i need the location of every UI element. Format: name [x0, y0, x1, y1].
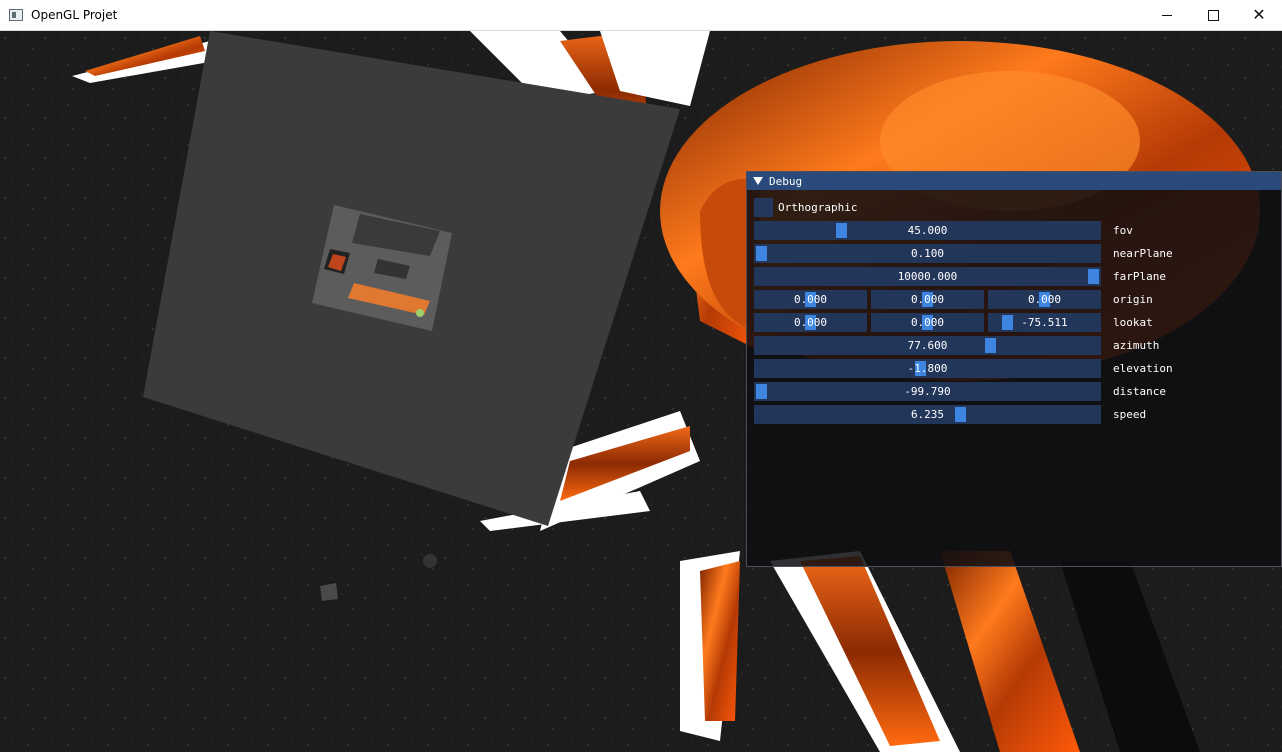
speed-value: 6.235: [910, 408, 945, 421]
origin-y-slider[interactable]: 0.000: [871, 290, 984, 309]
origin-z-slider[interactable]: 0.000: [988, 290, 1101, 309]
debug-panel[interactable]: Debug Orthographic 45.000 fov 0.100 near…: [746, 171, 1282, 567]
debug-panel-header[interactable]: Debug: [747, 172, 1281, 190]
elevation-label: elevation: [1113, 362, 1173, 375]
orthographic-checkbox[interactable]: [754, 198, 773, 217]
orthographic-label: Orthographic: [778, 201, 858, 214]
nearplane-value: 0.100: [910, 247, 945, 260]
nearplane-row: 0.100 nearPlane: [754, 244, 1173, 263]
lookat-z-slider[interactable]: -75.511: [988, 313, 1101, 332]
elevation-row: -1.800 elevation: [754, 359, 1173, 378]
origin-x-value: 0.000: [793, 293, 828, 306]
close-icon: ✕: [1252, 5, 1266, 24]
lookat-y-slider[interactable]: 0.000: [871, 313, 984, 332]
window-title: OpenGL Projet: [31, 8, 118, 22]
speed-slider[interactable]: 6.235: [754, 405, 1101, 424]
lookat-row: 0.000 0.000 -75.511 lookat: [754, 313, 1153, 332]
farplane-label: farPlane: [1113, 270, 1166, 283]
lookat-z-grab[interactable]: [1001, 315, 1013, 330]
speed-row: 6.235 speed: [754, 405, 1146, 424]
azimuth-value: 77.600: [907, 339, 948, 352]
app-icon: [9, 9, 23, 21]
origin-label: origin: [1113, 293, 1153, 306]
fov-slider-grab[interactable]: [835, 223, 847, 238]
nearplane-slider-grab[interactable]: [756, 246, 767, 261]
maximize-icon: [1207, 9, 1219, 21]
farplane-slider[interactable]: 10000.000: [754, 267, 1101, 286]
distance-slider-grab[interactable]: [756, 384, 767, 399]
lookat-x-value: 0.000: [793, 316, 828, 329]
distance-row: -99.790 distance: [754, 382, 1166, 401]
distance-label: distance: [1113, 385, 1166, 398]
elevation-value: -1.800: [907, 362, 948, 375]
origin-row: 0.000 0.000 0.000 origin: [754, 290, 1153, 309]
speed-slider-grab[interactable]: [955, 407, 967, 422]
collapse-arrow-icon[interactable]: [753, 177, 763, 185]
close-button[interactable]: ✕: [1236, 0, 1282, 30]
lookat-z-value: -75.511: [1021, 316, 1068, 329]
maximize-button[interactable]: [1190, 0, 1236, 30]
lookat-x-slider[interactable]: 0.000: [754, 313, 867, 332]
azimuth-row: 77.600 azimuth: [754, 336, 1159, 355]
speed-label: speed: [1113, 408, 1147, 421]
orthographic-row: Orthographic: [754, 198, 857, 217]
azimuth-label: azimuth: [1113, 339, 1160, 352]
lookat-y-value: 0.000: [910, 316, 945, 329]
minimize-icon: [1162, 14, 1172, 16]
origin-x-slider[interactable]: 0.000: [754, 290, 867, 309]
farplane-row: 10000.000 farPlane: [754, 267, 1166, 286]
minimize-button[interactable]: [1144, 0, 1190, 30]
distance-slider[interactable]: -99.790: [754, 382, 1101, 401]
fov-value: 45.000: [907, 224, 948, 237]
elevation-slider[interactable]: -1.800: [754, 359, 1101, 378]
debug-panel-title: Debug: [769, 174, 803, 188]
azimuth-slider[interactable]: 77.600: [754, 336, 1101, 355]
fov-slider[interactable]: 45.000: [754, 221, 1101, 240]
farplane-value: 10000.000: [897, 270, 958, 283]
lookat-label: lookat: [1113, 316, 1153, 329]
window-titlebar[interactable]: OpenGL Projet ✕: [0, 0, 1282, 31]
farplane-slider-grab[interactable]: [1088, 269, 1099, 284]
nearplane-slider[interactable]: 0.100: [754, 244, 1101, 263]
azimuth-slider-grab[interactable]: [985, 338, 997, 353]
nearplane-label: nearPlane: [1113, 247, 1173, 260]
fov-row: 45.000 fov: [754, 221, 1133, 240]
fov-label: fov: [1113, 224, 1133, 237]
origin-z-value: 0.000: [1027, 293, 1062, 306]
origin-y-value: 0.000: [910, 293, 945, 306]
distance-value: -99.790: [904, 385, 951, 398]
